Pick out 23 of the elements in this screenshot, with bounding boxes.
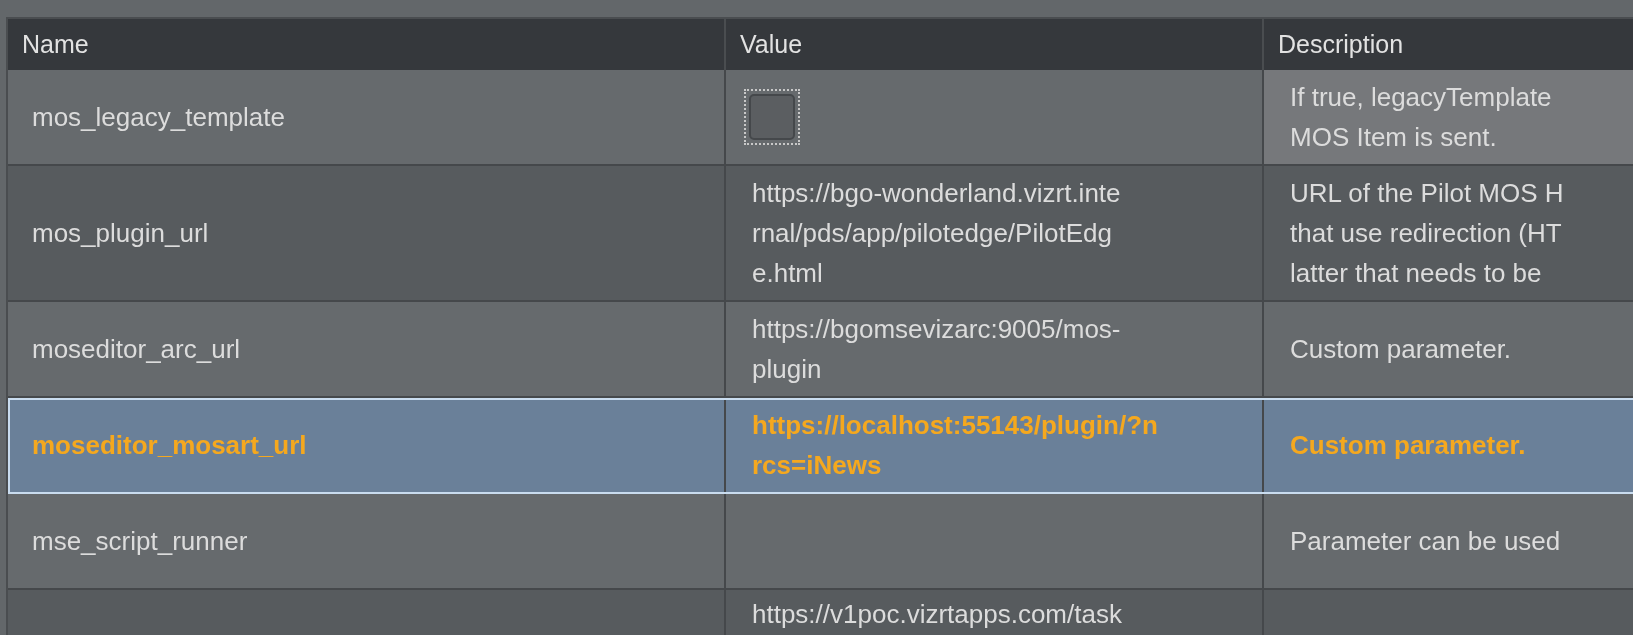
- checkbox[interactable]: [749, 94, 795, 140]
- parameter-value: https://v1poc.vizrtapps.com/task: [752, 598, 1122, 631]
- column-header[interactable]: Name: [22, 25, 89, 64]
- parameter-name: mse_script_runner: [32, 525, 248, 558]
- parameter-description: Custom parameter.: [1290, 333, 1512, 366]
- parameter-value: https://bgomsevizarc:9005/mos- plugin: [752, 313, 1121, 386]
- parameter-name: moseditor_arc_url: [32, 333, 241, 366]
- parameter-value: https://localhost:55143/plugin/?n rcs=iNews: [752, 409, 1158, 482]
- column-header[interactable]: Description: [1278, 25, 1404, 64]
- parameter-value: https://bgo-wonderland.vizrt.inte rnal/pds/app/pilotedge/PilotEdg e.html: [752, 177, 1121, 290]
- column-header[interactable]: Value: [740, 25, 803, 64]
- parameter-name: mos_legacy_template: [32, 101, 285, 134]
- table-row[interactable]: mse_script_runner Parameter can be used: [8, 494, 1633, 590]
- table-row[interactable]: moseditor_arc_url https://bgomsevizarc:9005/mos- plugin Custom parameter.: [8, 302, 1633, 398]
- parameter-description: If true, legacyTemplate MOS Item is sent.: [1290, 81, 1552, 154]
- parameter-description: Custom parameter.: [1290, 429, 1526, 462]
- table-row[interactable]: mos_plugin_url https://bgo-wonderland.vizrt.inte rnal/pds/app/pilotedge/PilotEdg e.html URL of the Pilot MOS H that use redirection (HT latter that needs to be: [8, 166, 1633, 302]
- parameter-name: moseditor_mosart_url: [32, 429, 307, 462]
- parameter-name: mos_plugin_url: [32, 217, 209, 250]
- parameter-description: Parameter can be used: [1290, 525, 1561, 558]
- parameter-description: URL of the Pilot MOS H that use redirection (HT latter that needs to be: [1290, 177, 1564, 290]
- table-row[interactable]: mos_legacy_template If true, legacyTemplate MOS Item is sent.: [8, 70, 1633, 166]
- table-row[interactable]: https://v1poc.vizrtapps.com/task: [8, 590, 1633, 635]
